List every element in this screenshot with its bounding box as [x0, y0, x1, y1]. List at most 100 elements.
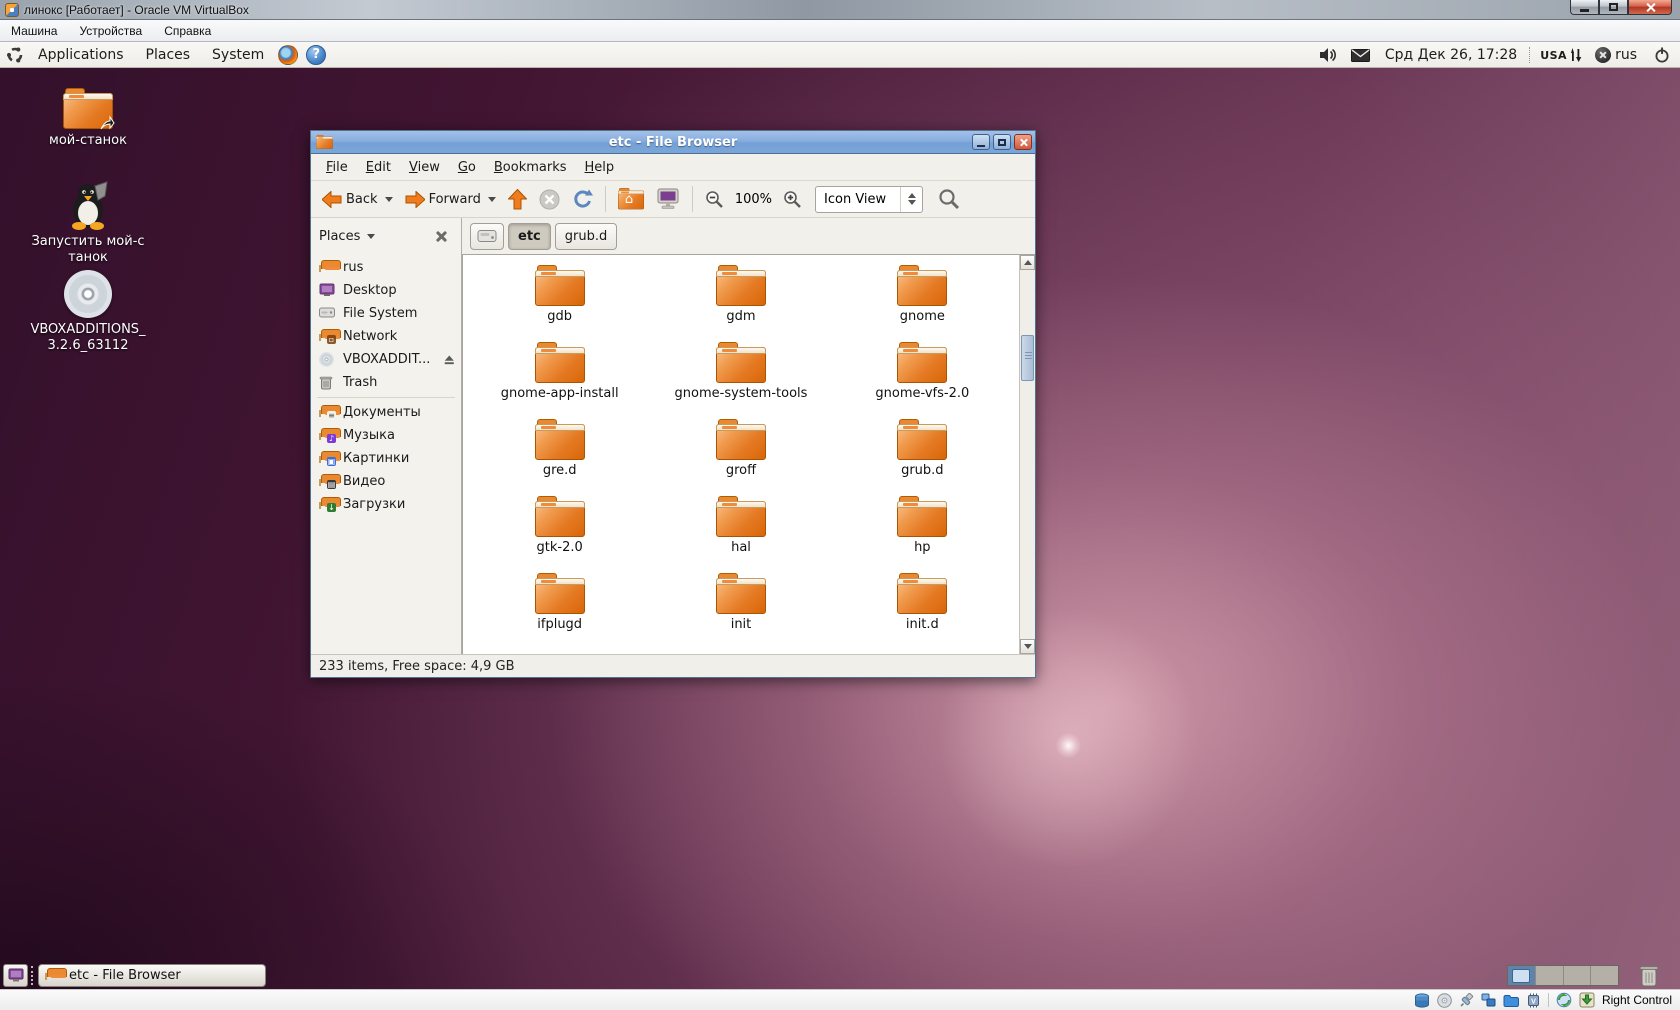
firefox-launcher-icon[interactable]: [278, 44, 299, 65]
keyboard-arrows-icon[interactable]: [1569, 48, 1583, 62]
workspace-3[interactable]: [1563, 966, 1592, 985]
sidebar-item-video[interactable]: ▤ Видео: [311, 470, 461, 493]
mouse-integration-icon[interactable]: [1556, 992, 1572, 1008]
sidebar-item-rus[interactable]: rus: [311, 256, 461, 279]
home-button[interactable]: ⌂: [613, 184, 649, 214]
view-mode-combobox[interactable]: Icon View: [815, 185, 924, 213]
mail-icon[interactable]: [1350, 48, 1370, 62]
menu-edit[interactable]: Edit: [357, 160, 400, 175]
sidebar-item-desktop[interactable]: Desktop: [311, 279, 461, 302]
desktop-icon-moy-stanok[interactable]: мой-станок: [26, 88, 150, 149]
volume-icon[interactable]: [1319, 48, 1337, 62]
workspace-1[interactable]: [1508, 966, 1536, 985]
path-root-drive-button[interactable]: [470, 222, 504, 250]
forward-dropdown-icon[interactable]: [487, 196, 496, 202]
menu-bookmarks[interactable]: Bookmarks: [485, 160, 576, 175]
folder-item[interactable]: hp: [832, 496, 1013, 573]
sidebar-item-file-system[interactable]: File System: [311, 302, 461, 325]
sidebar-close-icon[interactable]: [434, 230, 447, 243]
vbox-menu-devices[interactable]: Устройства: [68, 20, 153, 41]
help-launcher-icon[interactable]: ?: [306, 44, 327, 65]
menu-file[interactable]: File: [317, 160, 357, 175]
combobox-spinner-icon[interactable]: [900, 186, 922, 212]
vbox-minimize-button[interactable]: [1570, 0, 1599, 15]
folder-item[interactable]: gtk-2.0: [469, 496, 650, 573]
folder-view[interactable]: gdb gdm gnome gnome-app-install gnome-sy…: [462, 254, 1035, 654]
folder-item[interactable]: hal: [650, 496, 831, 573]
vertical-scrollbar[interactable]: [1019, 255, 1035, 654]
folder-item[interactable]: init: [650, 573, 831, 650]
vbox-maximize-button[interactable]: [1599, 0, 1628, 15]
zoom-level[interactable]: 100%: [735, 192, 772, 207]
sidebar-item-documents[interactable]: ≡ Документы: [311, 401, 461, 424]
clock[interactable]: Срд Дек 26, 17:28: [1385, 47, 1517, 63]
keyboard-layout-indicator[interactable]: USA: [1540, 49, 1567, 62]
folder-item[interactable]: gre.d: [469, 419, 650, 496]
folder-item[interactable]: gnome: [832, 265, 1013, 342]
menu-help[interactable]: Help: [576, 160, 624, 175]
zoom-out-button[interactable]: [700, 184, 729, 214]
vbox-close-button[interactable]: [1628, 0, 1672, 15]
folder-item[interactable]: groff: [650, 419, 831, 496]
back-dropdown-icon[interactable]: [384, 196, 393, 202]
file-browser-titlebar[interactable]: etc - File Browser: [311, 131, 1035, 154]
scrollbar-thumb[interactable]: [1021, 335, 1034, 381]
usb-device-icon[interactable]: [1459, 992, 1474, 1008]
sidebar-item-pictures[interactable]: ▣ Картинки: [311, 447, 461, 470]
desktop-icon-vboxadditions[interactable]: VBOXADDITIONS_3.2.6_63112: [26, 270, 150, 353]
panel-grip[interactable]: [31, 966, 35, 985]
vbox-menu-help[interactable]: Справка: [153, 20, 222, 41]
trash-applet[interactable]: [1638, 964, 1660, 988]
stop-button[interactable]: [534, 184, 565, 214]
keyboard-capture-icon[interactable]: [1579, 992, 1595, 1008]
computer-button[interactable]: [651, 184, 685, 214]
folder-item[interactable]: gnome-vfs-2.0: [832, 342, 1013, 419]
menu-system[interactable]: System: [204, 47, 272, 63]
places-dropdown[interactable]: Places: [319, 229, 376, 244]
vbox-menu-machine[interactable]: Машина: [0, 20, 68, 41]
folder-item[interactable]: init.d: [832, 573, 1013, 650]
sidebar-item-music[interactable]: ♪ Музыка: [311, 424, 461, 447]
menu-go[interactable]: Go: [449, 160, 485, 175]
folder-item[interactable]: gnome-system-tools: [650, 342, 831, 419]
language-indicator-label[interactable]: rus: [1615, 47, 1637, 63]
hard-disks-icon[interactable]: [1414, 992, 1430, 1008]
menu-applications[interactable]: Applications: [30, 47, 132, 63]
sidebar-item-downloads[interactable]: ↓ Загрузки: [311, 493, 461, 516]
taskbar-button-file-browser[interactable]: etc - File Browser: [38, 964, 266, 987]
desktop-icon-launch-moy-stanok[interactable]: Запустить мой-станок: [26, 180, 150, 265]
scroll-up-button[interactable]: [1020, 255, 1035, 270]
forward-button[interactable]: Forward: [400, 184, 501, 214]
show-desktop-button[interactable]: [3, 964, 28, 987]
folder-item[interactable]: ifplugd: [469, 573, 650, 650]
language-indicator-icon[interactable]: [1595, 47, 1612, 63]
virtualization-chip-icon[interactable]: V: [1526, 993, 1541, 1008]
minimize-button[interactable]: [972, 134, 990, 150]
workspace-4[interactable]: [1591, 966, 1618, 985]
maximize-button[interactable]: [993, 134, 1011, 150]
back-button[interactable]: Back: [317, 184, 398, 214]
reload-button[interactable]: [567, 184, 598, 214]
ubuntu-logo-icon[interactable]: [6, 46, 24, 64]
power-icon[interactable]: [1654, 47, 1670, 63]
scroll-down-button[interactable]: [1020, 639, 1035, 654]
folder-item[interactable]: gdb: [469, 265, 650, 342]
path-button-etc[interactable]: etc: [508, 222, 551, 250]
folder-item[interactable]: grub.d: [832, 419, 1013, 496]
folder-item[interactable]: gdm: [650, 265, 831, 342]
menu-view[interactable]: View: [400, 160, 449, 175]
search-button[interactable]: [933, 184, 965, 214]
path-button-grub-d[interactable]: grub.d: [554, 222, 618, 250]
folder-item[interactable]: gnome-app-install: [469, 342, 650, 419]
workspace-2[interactable]: [1535, 966, 1564, 985]
menu-places[interactable]: Places: [138, 47, 199, 63]
shared-folders-icon[interactable]: [1503, 994, 1519, 1007]
optical-disk-icon[interactable]: [1437, 992, 1452, 1008]
eject-icon[interactable]: [444, 354, 455, 366]
sidebar-item-network[interactable]: ▫ Network: [311, 325, 461, 348]
zoom-in-button[interactable]: [778, 184, 807, 214]
close-button[interactable]: [1014, 134, 1032, 150]
sidebar-item-trash[interactable]: Trash: [311, 371, 461, 394]
network-adapters-icon[interactable]: [1481, 993, 1496, 1007]
sidebar-item-vboxadditions[interactable]: VBOXADDIT...: [311, 348, 461, 371]
